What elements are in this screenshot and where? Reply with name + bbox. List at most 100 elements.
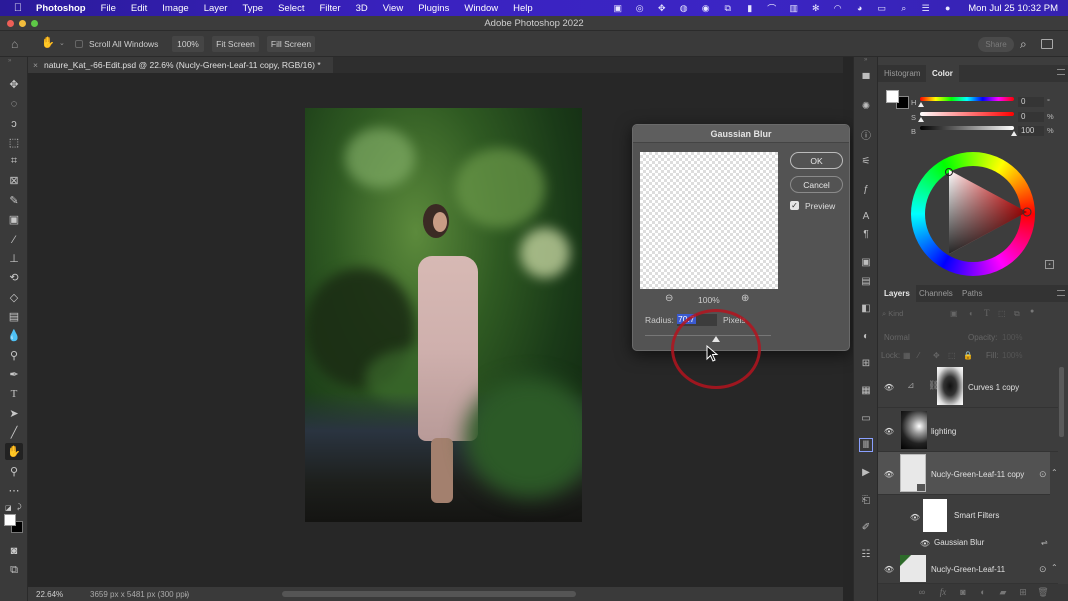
menu-3d[interactable]: 3D [348,3,375,14]
layer-row-selected[interactable]: 👁 Nucly-Green-Leaf-11 copy ⊙ ⌃ [878,452,1058,495]
ok-button[interactable]: OK [790,152,843,169]
spotlight-icon[interactable]: ⌕ [898,3,909,13]
screen-mode-icon[interactable]: ⧉ [5,562,23,579]
layer-style-icon[interactable]: fx [938,587,948,597]
foreground-color-swatch[interactable] [4,514,16,526]
workspace-icon[interactable] [1041,39,1053,49]
color-adjust-icon[interactable]: ◐ [859,329,873,343]
history-icon[interactable]: ⎗ [859,493,873,507]
saturation-brightness-triangle[interactable] [911,152,1035,276]
delete-layer-icon[interactable]: 🗑 [1037,587,1048,597]
pen-tool-icon[interactable]: ✒ [5,366,23,383]
bluetooth-icon[interactable]: ✻ [810,3,821,13]
filter-name[interactable]: Gaussian Blur [934,538,984,547]
object-selection-tool-icon[interactable]: ⬚ [5,134,23,151]
layer-thumbnail[interactable] [901,411,927,449]
swatches-icon[interactable]: ⊞ [859,356,873,370]
visibility-eye-icon[interactable]: 👁 [884,427,894,436]
character-icon[interactable]: A [859,209,873,223]
gradients-icon[interactable]: ▭ [859,411,873,425]
horizontal-scrollbar[interactable] [282,591,576,597]
menu-view[interactable]: View [375,3,410,14]
radius-slider-thumb[interactable] [711,336,720,342]
libraries-icon[interactable]: ▣ [859,255,873,269]
hand-tool-preset-icon[interactable]: ✋ [41,36,55,50]
lasso-tool-icon[interactable]: ↄ [5,115,23,132]
eraser-tool-icon[interactable]: ◇ [5,289,23,306]
search-icon[interactable]: ⌕ [1020,37,1027,52]
layer-name[interactable]: Nucly-Green-Leaf-11 [931,565,1005,574]
fit-screen-button[interactable]: Fit Screen [212,36,259,52]
gradient-tool-icon[interactable]: ▤ [5,308,23,325]
notes-icon[interactable]: ▤ [859,274,873,288]
marquee-tool-icon[interactable]: ◌ [5,95,23,112]
layer-name[interactable]: Curves 1 copy [968,383,1019,392]
lock-transparent-icon[interactable]: ▦ [903,351,911,360]
menu-image[interactable]: Image [155,3,196,14]
screencast-icon[interactable]: ◉ [700,3,711,13]
collapse-icon[interactable]: » [8,58,11,64]
tab-channels[interactable]: Channels [913,285,959,302]
clone-stamp-tool-icon[interactable]: ⊥ [5,250,23,267]
layer-filter-kind[interactable]: ⌕ Kind [882,309,942,321]
color-panel-menu-icon[interactable] [1057,69,1065,75]
saturation-input[interactable]: 0 [1018,112,1044,122]
tab-color[interactable]: Color [926,65,959,82]
saturation-slider-thumb[interactable] [918,117,924,122]
layer-row[interactable]: 👁 ⊿ ⛓ Curves 1 copy [878,365,1058,408]
opacity-input[interactable]: 100% [1002,333,1022,342]
control-center-icon[interactable]: ☰ [920,3,931,13]
menu-file[interactable]: File [93,3,123,14]
color-wheel[interactable] [911,152,1035,276]
brightness-slider-thumb[interactable] [1011,131,1017,136]
menu-layer[interactable]: Layer [196,3,235,14]
home-icon[interactable]: ⌂ [11,37,25,51]
smart-filter-mask-thumbnail[interactable] [923,499,947,532]
wifi-icon[interactable]: ◠ [832,3,843,13]
layer-name[interactable]: lighting [931,427,956,436]
new-layer-icon[interactable]: ⊞ [1018,587,1028,597]
menu-plugins[interactable]: Plugins [411,3,457,14]
zoom-in-icon[interactable]: ⊕ [741,293,749,304]
more-tools-icon[interactable]: ⋯ [5,482,23,499]
zoom-out-icon[interactable]: ⊖ [665,293,673,304]
filter-blending-options-icon[interactable]: ⇌ [1041,538,1048,547]
menu-select[interactable]: Select [271,3,312,14]
healing-brush-tool-icon[interactable]: ▣ [5,211,23,228]
paragraph-icon[interactable]: ¶ [859,227,873,241]
siri-icon[interactable]: ● [942,3,953,13]
menubar-clock[interactable]: Mon Jul 25 10:32 PM [968,3,1058,14]
crop-tool-icon[interactable]: ⌗ [5,153,23,170]
color-foreground-swatch[interactable] [886,90,899,103]
type-tool-icon[interactable]: T [5,385,23,402]
actions-play-icon[interactable]: ▶ [859,465,873,479]
blend-mode-select[interactable]: Normal [884,333,910,342]
hand-tool-icon[interactable]: ✋ [5,443,23,460]
visibility-eye-icon[interactable]: 👁 [884,565,894,574]
brightness-icon[interactable]: ✺ [859,99,873,113]
default-colors-icon[interactable]: ◪ [5,504,12,512]
layout-icon[interactable]: ▥ [788,3,799,13]
move-tool-icon[interactable]: ✥ [5,76,23,93]
smart-object-thumbnail[interactable] [900,454,926,492]
hue-slider-thumb[interactable] [918,102,924,107]
brightness-input[interactable]: 100 [1018,126,1044,136]
filter-toggle-icon[interactable]: ● [1030,308,1034,315]
chevron-down-icon[interactable]: ⌄ [59,39,65,47]
new-group-icon[interactable]: ▰ [998,587,1008,597]
saturation-slider[interactable] [920,112,1014,116]
filter-smart-object-icon[interactable]: ⧉ [1014,309,1020,319]
link-layers-icon[interactable]: ∞ [917,587,927,597]
patterns-icon[interactable]: ▦ [859,383,873,397]
filter-shape-icon[interactable]: ⬚ [998,309,1006,318]
channels-mixer-icon[interactable]: Ⅲ [859,438,873,452]
visibility-eye-icon[interactable]: 👁 [920,539,930,548]
properties-icon[interactable]: ◧ [859,301,873,315]
menu-edit[interactable]: Edit [123,3,154,14]
lock-image-icon[interactable]: ⁄ [918,351,919,360]
layer-thumbnail[interactable] [900,555,926,582]
brush-settings-icon[interactable]: ✐ [859,520,873,534]
preview-checkbox[interactable]: ✓ [790,201,799,210]
dodge-tool-icon[interactable]: ⚲ [5,347,23,364]
layer-name[interactable]: Nucly-Green-Leaf-11 copy [931,470,1024,479]
